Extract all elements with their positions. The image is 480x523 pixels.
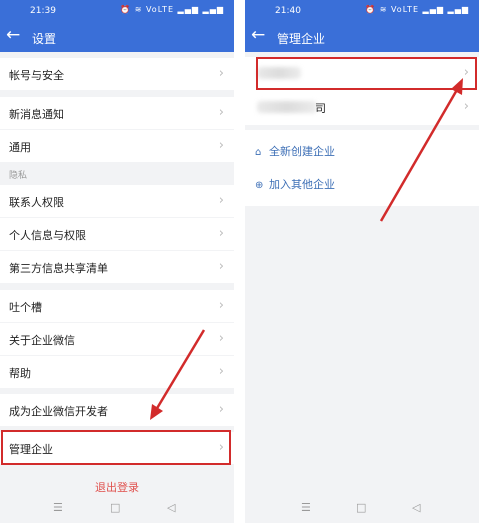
arrow-to-company (379, 87, 460, 222)
arrow-to-manage-company (154, 329, 206, 411)
annotation-arrows (150, 78, 463, 420)
arrowhead-left (150, 404, 163, 420)
arrowhead-right (451, 78, 463, 95)
